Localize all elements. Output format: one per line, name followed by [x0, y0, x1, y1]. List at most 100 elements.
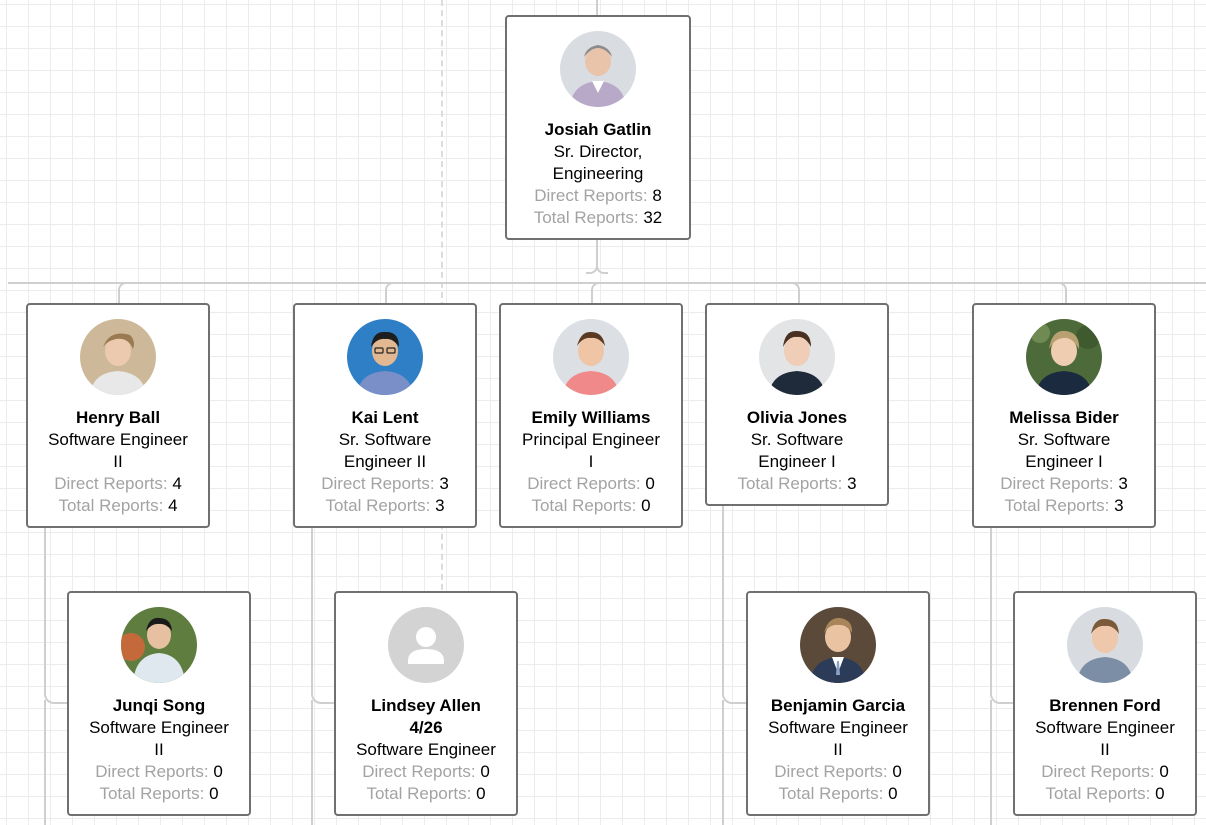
connector-root-curve-right	[596, 262, 608, 274]
person-title: II	[1100, 740, 1110, 759]
total-reports-count: 0	[888, 784, 898, 803]
total-reports-label: Total Reports:	[737, 474, 843, 493]
connector-root-up	[596, 0, 598, 16]
total-reports-label: Total Reports:	[778, 784, 884, 803]
photo-avatar-icon	[80, 319, 156, 395]
total-reports-label: Total Reports:	[58, 496, 164, 515]
total-reports-count: 32	[643, 208, 663, 227]
photo-avatar-icon	[347, 319, 423, 395]
direct-reports-label: Direct Reports:	[1000, 474, 1114, 493]
person-name: Henry Ball	[75, 408, 161, 427]
avatar	[347, 319, 423, 395]
total-reports-label: Total Reports:	[99, 784, 205, 803]
total-reports: Total Reports: 3	[974, 495, 1154, 517]
direct-reports-label: Direct Reports:	[534, 186, 648, 205]
direct-reports-label: Direct Reports:	[527, 474, 641, 493]
direct-reports-count: 0	[480, 762, 490, 781]
person-title: Engineering	[552, 164, 644, 183]
total-reports: Total Reports: 0	[336, 783, 516, 805]
photo-avatar-icon	[800, 607, 876, 683]
direct-reports-label: Direct Reports:	[774, 762, 888, 781]
person-title: Sr. Software	[1017, 430, 1111, 449]
person-card-josiah-gatlin[interactable]: Josiah Gatlin Sr. Director, Engineering …	[505, 15, 691, 240]
person-card-benjamin-garcia[interactable]: Benjamin Garcia Software Engineer II Dir…	[746, 591, 930, 816]
person-title: Principal Engineer	[522, 430, 660, 449]
person-name: Benjamin Garcia	[770, 696, 906, 715]
photo-avatar-icon	[553, 319, 629, 395]
person-card-emily-williams[interactable]: Emily Williams Principal Engineer I Dire…	[499, 303, 683, 528]
connector-melissa-continue	[990, 700, 992, 825]
direct-reports: Direct Reports: 0	[748, 761, 928, 783]
person-card-melissa-bider[interactable]: Melissa Bider Sr. Software Engineer I Di…	[972, 303, 1156, 528]
direct-reports-label: Direct Reports:	[95, 762, 209, 781]
person-title: II	[833, 740, 843, 759]
direct-reports: Direct Reports: 0	[69, 761, 249, 783]
direct-reports: Direct Reports: 0	[501, 473, 681, 495]
direct-reports-count: 8	[652, 186, 662, 205]
direct-reports-count: 4	[172, 474, 182, 493]
direct-reports: Direct Reports: 8	[507, 185, 689, 207]
direct-reports-count: 0	[213, 762, 223, 781]
total-reports-label: Total Reports:	[366, 784, 472, 803]
direct-reports: Direct Reports: 0	[336, 761, 516, 783]
total-reports-count: 4	[168, 496, 178, 515]
total-reports-count: 3	[847, 474, 857, 493]
photo-avatar-icon	[121, 607, 197, 683]
person-name: Brennen Ford	[1049, 696, 1161, 715]
photo-avatar-icon	[1026, 319, 1102, 395]
person-title: Sr. Software	[750, 430, 844, 449]
direct-reports-count: 3	[439, 474, 449, 493]
person-title: Software Engineer	[356, 740, 496, 759]
avatar	[800, 607, 876, 683]
person-title: II	[154, 740, 164, 759]
total-reports-count: 0	[476, 784, 486, 803]
org-chart-canvas[interactable]: Josiah Gatlin Sr. Director, Engineering …	[0, 0, 1206, 825]
direct-reports: Direct Reports: 0	[1015, 761, 1195, 783]
person-name: Melissa Bider	[1009, 408, 1119, 427]
person-card-kai-lent[interactable]: Kai Lent Sr. Software Engineer II Direct…	[293, 303, 477, 528]
avatar	[80, 319, 156, 395]
placeholder-person-icon	[388, 607, 464, 683]
person-title: II	[113, 452, 123, 471]
person-name: Josiah Gatlin	[544, 120, 652, 139]
total-reports: Total Reports: 0	[1015, 783, 1195, 805]
person-card-junqi-song[interactable]: Junqi Song Software Engineer II Direct R…	[67, 591, 251, 816]
person-name: Olivia Jones	[746, 408, 848, 427]
person-card-henry-ball[interactable]: Henry Ball Software Engineer II Direct R…	[26, 303, 210, 528]
avatar	[1026, 319, 1102, 395]
direct-reports-count: 0	[645, 474, 655, 493]
total-reports-label: Total Reports:	[531, 496, 637, 515]
person-name: Emily Williams	[531, 408, 651, 427]
avatar	[1067, 607, 1143, 683]
total-reports-label: Total Reports:	[325, 496, 431, 515]
total-reports-count: 0	[209, 784, 219, 803]
direct-reports-count: 3	[1118, 474, 1128, 493]
avatar	[560, 31, 636, 107]
avatar	[121, 607, 197, 683]
person-title: Engineer II	[343, 452, 427, 471]
person-name-date: 4/26	[409, 718, 443, 737]
person-card-brennen-ford[interactable]: Brennen Ford Software Engineer II Direct…	[1013, 591, 1197, 816]
avatar	[388, 607, 464, 683]
total-reports: Total Reports: 3	[707, 473, 887, 495]
direct-reports: Direct Reports: 3	[974, 473, 1154, 495]
total-reports: Total Reports: 3	[295, 495, 475, 517]
direct-reports: Direct Reports: 3	[295, 473, 475, 495]
total-reports: Total Reports: 0	[748, 783, 928, 805]
photo-avatar-icon	[560, 31, 636, 107]
person-title: Engineer I	[758, 452, 836, 471]
total-reports: Total Reports: 32	[507, 207, 689, 229]
photo-avatar-icon	[1067, 607, 1143, 683]
direct-reports-label: Direct Reports:	[54, 474, 168, 493]
person-card-olivia-jones[interactable]: Olivia Jones Sr. Software Engineer I Tot…	[705, 303, 889, 506]
person-title: Sr. Director,	[553, 142, 643, 161]
total-reports-label: Total Reports:	[1004, 496, 1110, 515]
person-name: Lindsey Allen	[371, 696, 481, 715]
total-reports-label: Total Reports:	[533, 208, 639, 227]
total-reports-count: 0	[641, 496, 651, 515]
direct-reports-label: Direct Reports:	[362, 762, 476, 781]
person-card-lindsey-allen[interactable]: Lindsey Allen 4/26 Software Engineer Dir…	[334, 591, 518, 816]
person-title: Software Engineer	[768, 718, 908, 737]
direct-reports-label: Direct Reports:	[1041, 762, 1155, 781]
connector-horizontal-bus	[8, 282, 1206, 284]
